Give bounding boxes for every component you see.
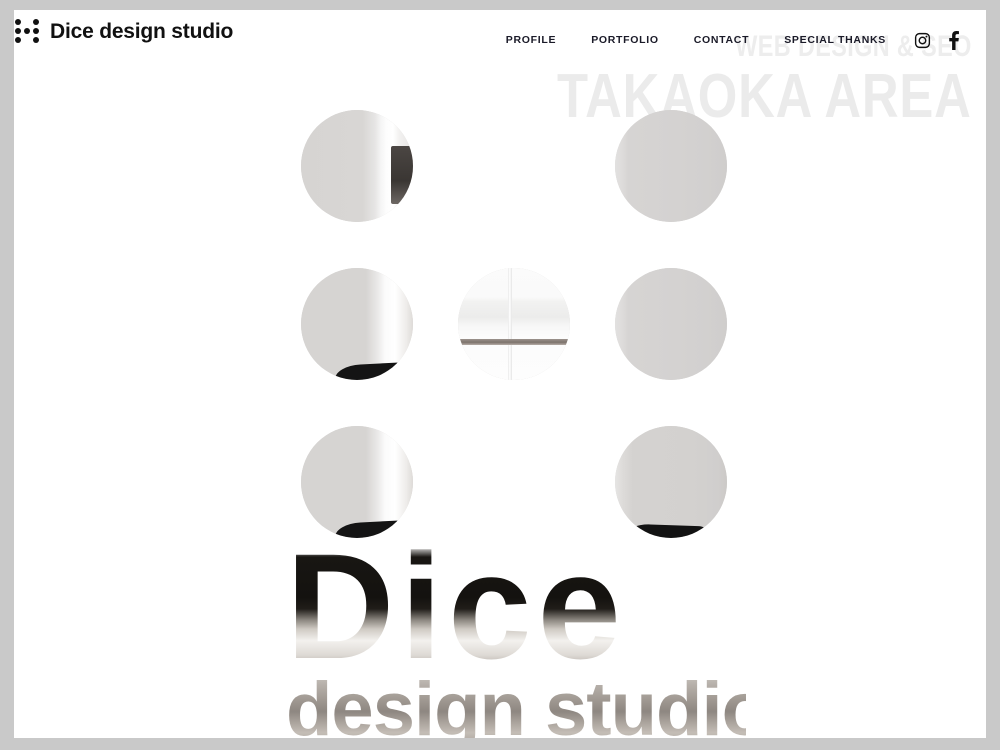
brand-logo-link[interactable]: Dice design studio: [14, 18, 233, 44]
logo-dot-empty: [24, 37, 30, 43]
circle-photo: [458, 268, 570, 380]
dice-dots-icon: [14, 18, 40, 44]
gallery-circle-top-right[interactable]: [615, 110, 727, 222]
circle-photo: [615, 110, 727, 222]
wordmark-secondary: design studio: [286, 672, 768, 739]
logo-dot-empty: [24, 19, 30, 25]
gallery-circle-top-left[interactable]: [301, 110, 413, 222]
nav-item-special-thanks[interactable]: SPECIAL THANKS: [784, 30, 886, 50]
gallery-circle-middle-right[interactable]: [615, 268, 727, 380]
logo-dot: [33, 18, 40, 25]
logo-dot: [14, 27, 21, 34]
gallery-circle-bottom-right[interactable]: [615, 426, 727, 538]
gallery-circle-middle-left[interactable]: [301, 268, 413, 380]
gallery-circle-middle-center[interactable]: [458, 268, 570, 380]
circle-photo: [615, 268, 727, 380]
facebook-icon[interactable]: [948, 30, 960, 50]
social-links: [914, 30, 960, 50]
browser-viewport: Dice design studio PROFILE PORTFOLIO CON…: [0, 0, 1000, 750]
logo-dot: [33, 37, 40, 44]
circle-photo: [615, 426, 727, 538]
brand-name: Dice design studio: [50, 19, 234, 43]
nav-item-contact[interactable]: CONTACT: [694, 30, 749, 50]
site-header: Dice design studio PROFILE PORTFOLIO CON…: [14, 10, 986, 62]
page-canvas: Dice design studio PROFILE PORTFOLIO CON…: [14, 10, 986, 738]
circle-photo: [301, 110, 413, 222]
main-navigation: PROFILE PORTFOLIO CONTACT SPECIAL THANKS: [506, 30, 960, 50]
nav-item-profile[interactable]: PROFILE: [506, 30, 556, 50]
nav-item-portfolio[interactable]: PORTFOLIO: [591, 30, 659, 50]
logo-dot: [23, 27, 30, 34]
instagram-icon[interactable]: [914, 32, 931, 49]
circle-photo-grid: [287, 100, 727, 538]
hero-wordmark: Dice design studio: [286, 531, 768, 739]
wordmark-primary: Dice: [286, 531, 746, 681]
logo-dot: [14, 18, 21, 25]
logo-dot: [33, 27, 40, 34]
logo-dot: [14, 37, 21, 44]
circle-photo: [301, 268, 413, 380]
